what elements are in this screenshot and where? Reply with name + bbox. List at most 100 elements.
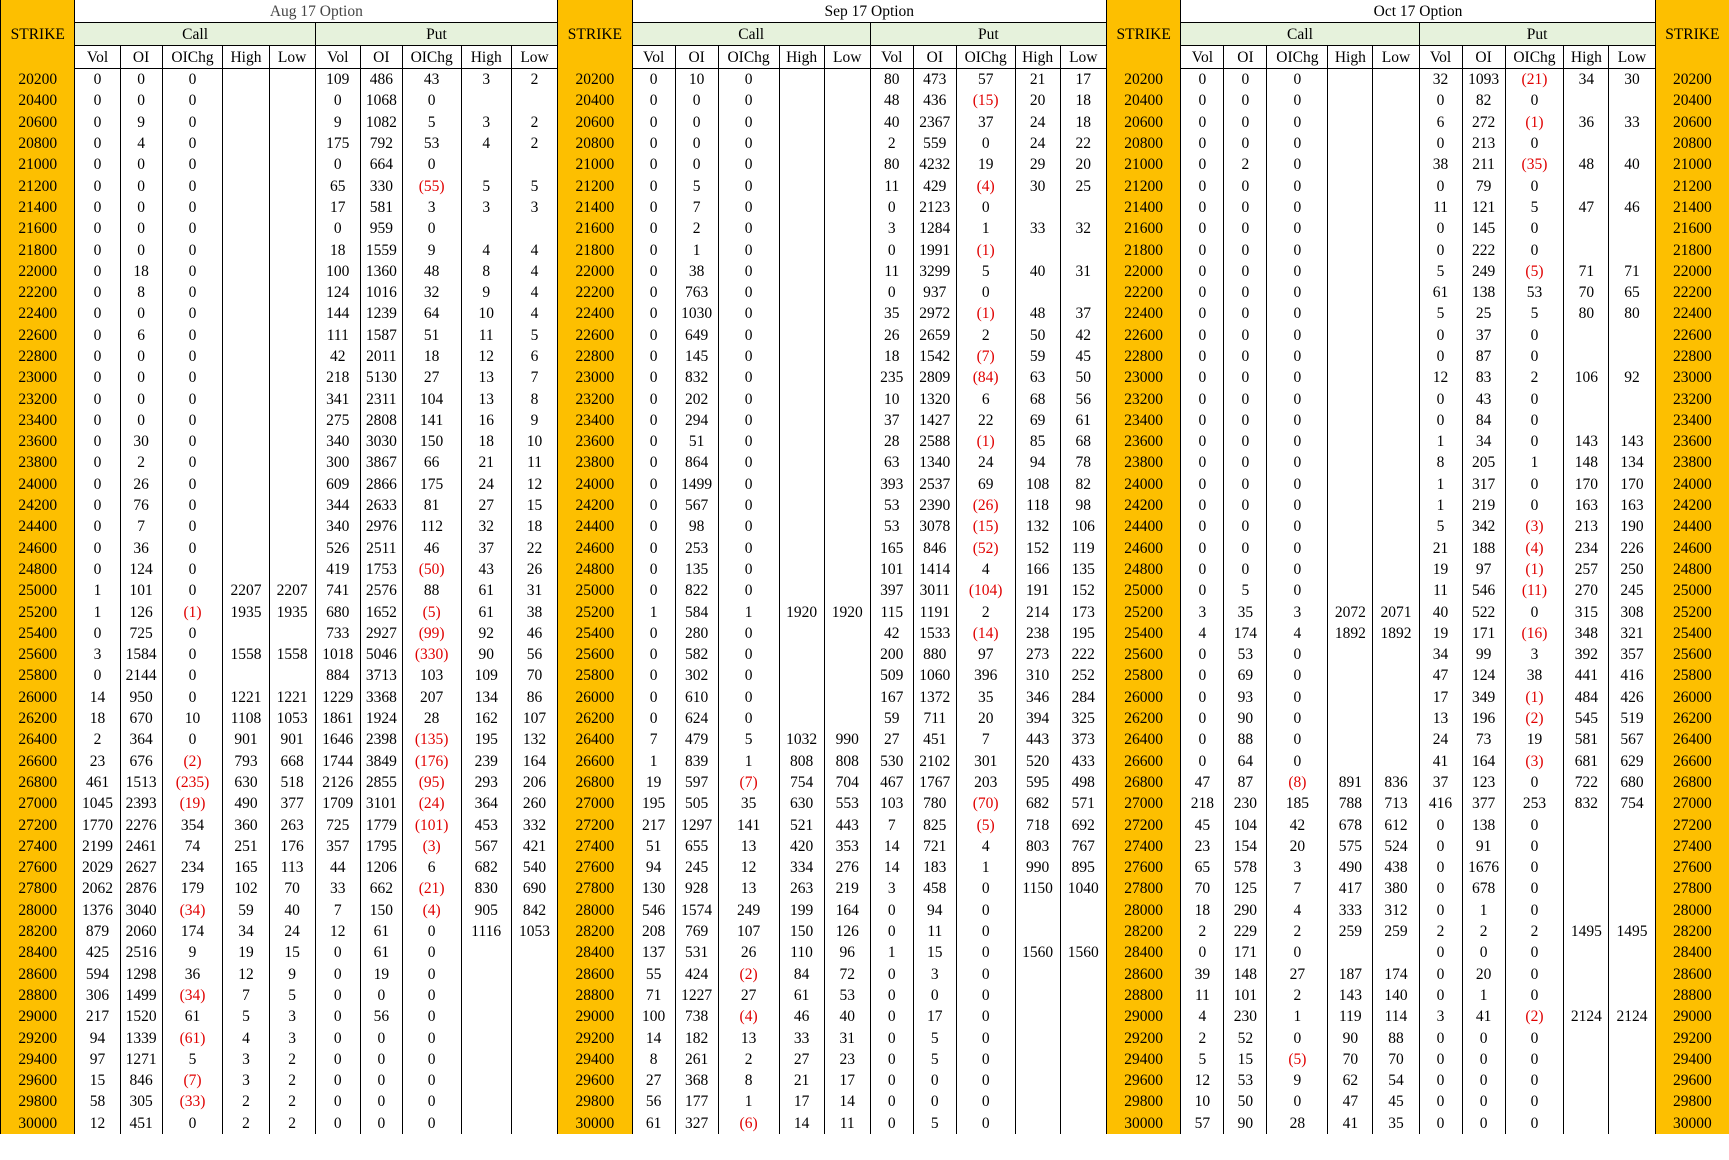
cell-high xyxy=(1563,942,1609,964)
cell-oichg: 9 xyxy=(1266,1069,1328,1092)
cell-low xyxy=(268,154,316,176)
strike-cell: 29200 xyxy=(0,1027,76,1049)
cell-oi: 294 xyxy=(674,409,719,432)
cell-oi: 1284 xyxy=(912,218,957,240)
cell-high: 681 xyxy=(1563,750,1609,772)
cell-oi: 2866 xyxy=(359,473,403,495)
cell-oi: 0 xyxy=(119,388,163,410)
cell-oi: 2398 xyxy=(359,729,403,751)
cell-oichg: 396 xyxy=(955,665,1016,687)
cell-low: 263 xyxy=(268,814,316,836)
cell-high xyxy=(460,1112,512,1134)
cell-vol: 0 xyxy=(1180,175,1224,197)
table-row: 25000 1 101 0 2207 2207 741 2576 88 61 31 25000 0 822… xyxy=(0,580,1729,602)
cell-low xyxy=(268,516,316,538)
cell-oichg: 9 xyxy=(401,239,462,261)
cell-vol: 2062 xyxy=(74,878,121,900)
cell-high xyxy=(778,68,825,91)
strike-cell: 28600 xyxy=(557,963,633,985)
cell-oichg: 0 xyxy=(161,196,223,219)
cell-oichg: 20 xyxy=(1266,835,1328,857)
cell-oi: 1093 xyxy=(1461,68,1506,91)
cell-high: 34 xyxy=(1563,68,1609,91)
cell-oichg: 0 xyxy=(1266,175,1328,197)
cell-high xyxy=(778,111,825,133)
cell-high xyxy=(222,537,270,559)
cell-low: 31 xyxy=(1059,260,1107,282)
cell-high: 239 xyxy=(460,750,512,772)
cell-oi: 90 xyxy=(1223,1112,1267,1134)
cell-high xyxy=(778,622,825,645)
cell-vol: 217 xyxy=(631,814,676,836)
cell-low xyxy=(1372,68,1420,91)
cell-vol: 0 xyxy=(869,1112,914,1134)
cell-low: 53 xyxy=(823,984,871,1007)
cell-high: 567 xyxy=(460,835,512,857)
cell-low: 377 xyxy=(268,793,316,815)
cell-low xyxy=(1608,814,1656,836)
strike-cell: 29200 xyxy=(557,1027,633,1049)
cell-high: 251 xyxy=(222,835,270,857)
strike-cell: 22400 xyxy=(1105,303,1182,325)
cell-oichg: 0 xyxy=(955,1048,1016,1070)
strike-cell: 23800 xyxy=(1654,452,1729,474)
cell-low: 3 xyxy=(510,196,558,219)
cell-high: 150 xyxy=(778,920,825,943)
cell-high xyxy=(778,239,825,261)
cell-oi: 2123 xyxy=(912,196,957,219)
cell-low xyxy=(1608,345,1656,368)
cell-low xyxy=(1608,1091,1656,1113)
cell-vol: 1646 xyxy=(314,729,361,751)
cell-low xyxy=(268,324,316,346)
strike-cell: 22800 xyxy=(557,345,633,368)
strike-cell: 20200 xyxy=(1105,68,1182,91)
strike-cell: 22400 xyxy=(1654,303,1729,325)
cell-high xyxy=(1327,132,1373,155)
cell-vol: 61 xyxy=(1418,281,1463,304)
cell-vol: 57 xyxy=(1180,1112,1224,1134)
strike-cell: 26000 xyxy=(557,686,633,708)
strike-cell: 29200 xyxy=(1105,1027,1182,1049)
cell-vol: 0 xyxy=(631,431,676,453)
cell-high: 80 xyxy=(1563,303,1609,325)
cell-high xyxy=(1014,899,1061,921)
cell-oi: 0 xyxy=(119,196,163,219)
strike-cell: 24000 xyxy=(557,473,633,495)
cell-oichg: 26 xyxy=(717,942,780,964)
strike-cell: 29200 xyxy=(1654,1027,1729,1049)
cell-high: 47 xyxy=(1327,1091,1373,1113)
cell-vol: 1 xyxy=(74,580,121,602)
cell-low xyxy=(268,111,316,133)
cell-vol: 0 xyxy=(74,90,121,112)
cell-low xyxy=(1608,1069,1656,1092)
strike-cell: 22200 xyxy=(557,281,633,304)
cell-high: 63 xyxy=(1014,367,1061,389)
strike-cell: 22800 xyxy=(0,345,76,368)
cell-oichg: (35) xyxy=(1504,154,1564,176)
cell-vol: 0 xyxy=(631,175,676,197)
call-header: Call xyxy=(631,22,871,46)
col-header-vol: Vol xyxy=(631,45,676,69)
cell-oichg: (16) xyxy=(1504,622,1564,645)
cell-oichg: 174 xyxy=(161,920,223,943)
cell-oichg: 0 xyxy=(717,622,780,645)
cell-low xyxy=(1372,281,1420,304)
table-row: 28200 879 2060 174 34 24 12 61 0 1116 1053 28200 208… xyxy=(0,920,1729,943)
cell-low xyxy=(1059,1048,1107,1070)
cell-low: 15 xyxy=(510,494,558,517)
cell-low: 30 xyxy=(1608,68,1656,91)
cell-vol: 1861 xyxy=(314,707,361,730)
cell-oichg: 0 xyxy=(161,1112,223,1134)
cell-oichg: 0 xyxy=(1504,388,1564,410)
cell-vol: 397 xyxy=(869,580,914,602)
cell-low: 250 xyxy=(1608,558,1656,581)
cell-oi: 0 xyxy=(1223,90,1267,112)
cell-low: 1221 xyxy=(268,686,316,708)
cell-vol: 4 xyxy=(1180,1006,1224,1028)
cell-oi: 69 xyxy=(1223,665,1267,687)
cell-vol: 18 xyxy=(1180,899,1224,921)
cell-low: 5 xyxy=(510,324,558,346)
cell-oi: 0 xyxy=(912,1069,957,1092)
cell-low: 433 xyxy=(1059,750,1107,772)
cell-oichg: 12 xyxy=(717,856,780,879)
